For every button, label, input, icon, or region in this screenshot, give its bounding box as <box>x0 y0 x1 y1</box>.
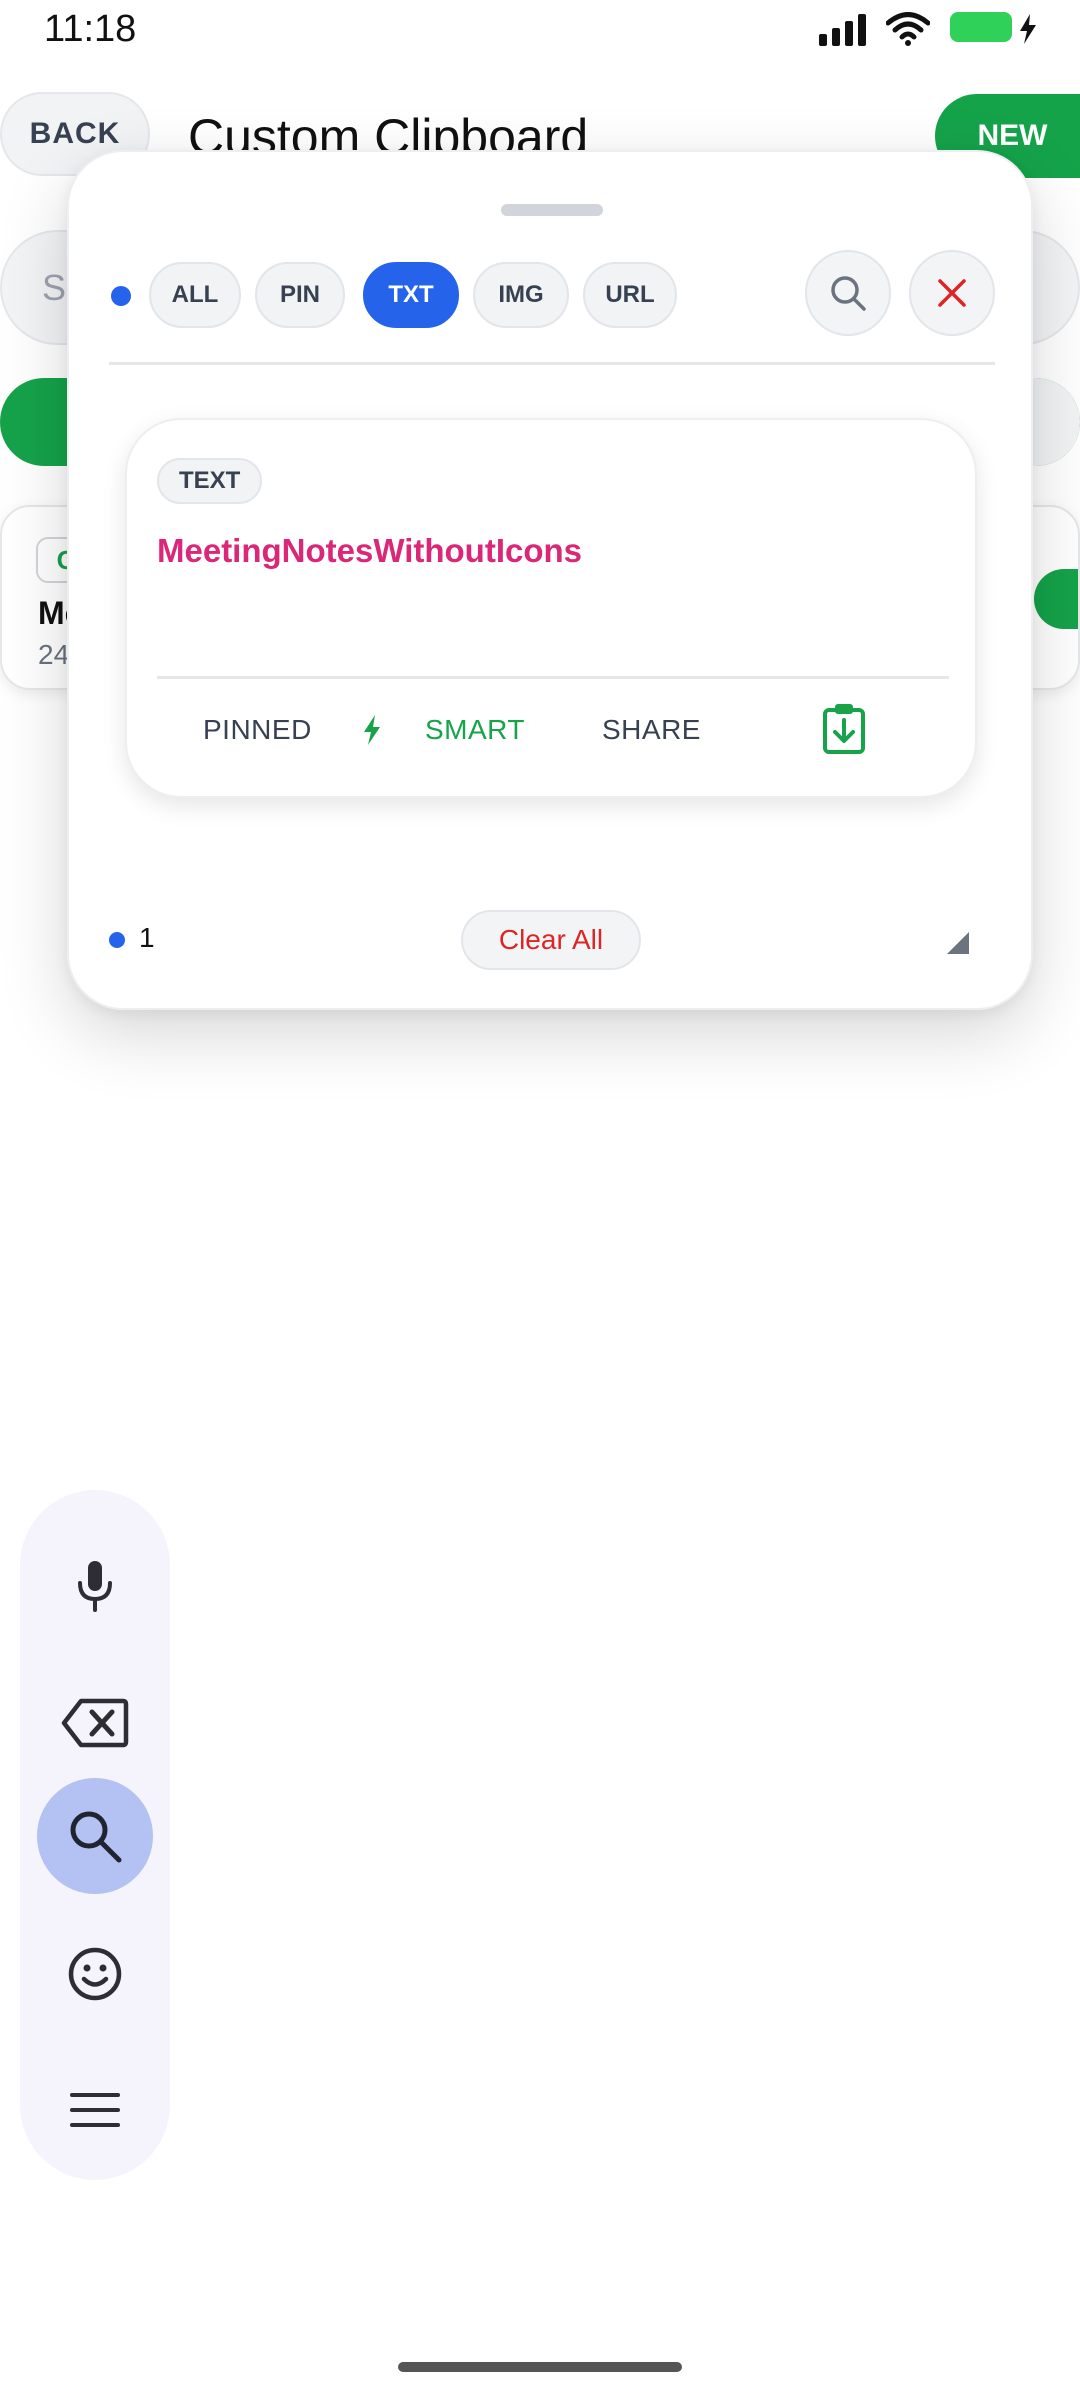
clear-all-button[interactable]: Clear All <box>461 910 641 970</box>
item-count: 1 <box>139 922 155 953</box>
status-dot <box>109 932 125 948</box>
menu-icon <box>70 2093 120 2127</box>
pinned-button[interactable]: PINNED <box>203 714 312 746</box>
clip-meta: 24 <box>38 639 70 670</box>
clipboard-paste-icon[interactable] <box>821 702 867 754</box>
battery-icon <box>950 12 1040 46</box>
search-button[interactable] <box>805 250 891 336</box>
divider <box>157 676 949 679</box>
menu-button[interactable] <box>37 2052 153 2168</box>
backspace-icon <box>61 1698 129 1748</box>
share-button[interactable]: SHARE <box>602 714 701 746</box>
clip-text[interactable]: MeetingNotesWithoutIcons <box>157 532 582 570</box>
screen: 11:18 BACK Custom Clipboard NEW Se C Me … <box>0 0 1080 2400</box>
home-indicator[interactable] <box>398 2362 682 2372</box>
filter-chip-img[interactable]: IMG <box>473 262 569 328</box>
clip-card[interactable]: TEXT MeetingNotesWithoutIcons PINNED SMA… <box>125 418 977 798</box>
cellular-signal-icon <box>819 12 866 46</box>
mic-icon <box>78 1561 112 1612</box>
close-button[interactable] <box>909 250 995 336</box>
bolt-icon <box>364 715 380 745</box>
status-bar: 11:18 <box>0 0 1080 60</box>
emoji-button[interactable] <box>37 1916 153 2032</box>
backspace-button[interactable] <box>37 1665 153 1781</box>
resize-handle-icon[interactable] <box>947 932 969 954</box>
smart-button[interactable]: SMART <box>425 714 525 746</box>
search-icon <box>70 1811 122 1863</box>
emoji-icon <box>68 1947 122 2001</box>
status-dot <box>111 286 131 306</box>
status-time: 11:18 <box>44 8 137 50</box>
search-toggle-button[interactable] <box>37 1778 153 1894</box>
floating-toolbar <box>20 1490 170 2180</box>
divider <box>109 362 995 365</box>
filter-chip-url[interactable]: URL <box>583 262 677 328</box>
search-icon <box>831 276 866 311</box>
filter-chip-pin[interactable]: PIN <box>255 262 345 328</box>
drag-handle[interactable] <box>501 204 603 216</box>
close-icon <box>938 279 966 307</box>
filter-bar: ALL PIN TXT IMG URL <box>109 250 995 340</box>
mic-button[interactable] <box>37 1528 153 1644</box>
clip-action-button[interactable] <box>1034 569 1078 629</box>
filter-chip-txt[interactable]: TXT <box>363 262 459 328</box>
clip-type-badge: TEXT <box>157 458 263 504</box>
status-icons <box>819 12 1040 46</box>
filter-chip-all[interactable]: ALL <box>149 262 241 328</box>
clipboard-panel: ALL PIN TXT IMG URL TEXT MeetingNotesWit… <box>67 150 1033 1010</box>
wifi-icon <box>886 12 930 46</box>
